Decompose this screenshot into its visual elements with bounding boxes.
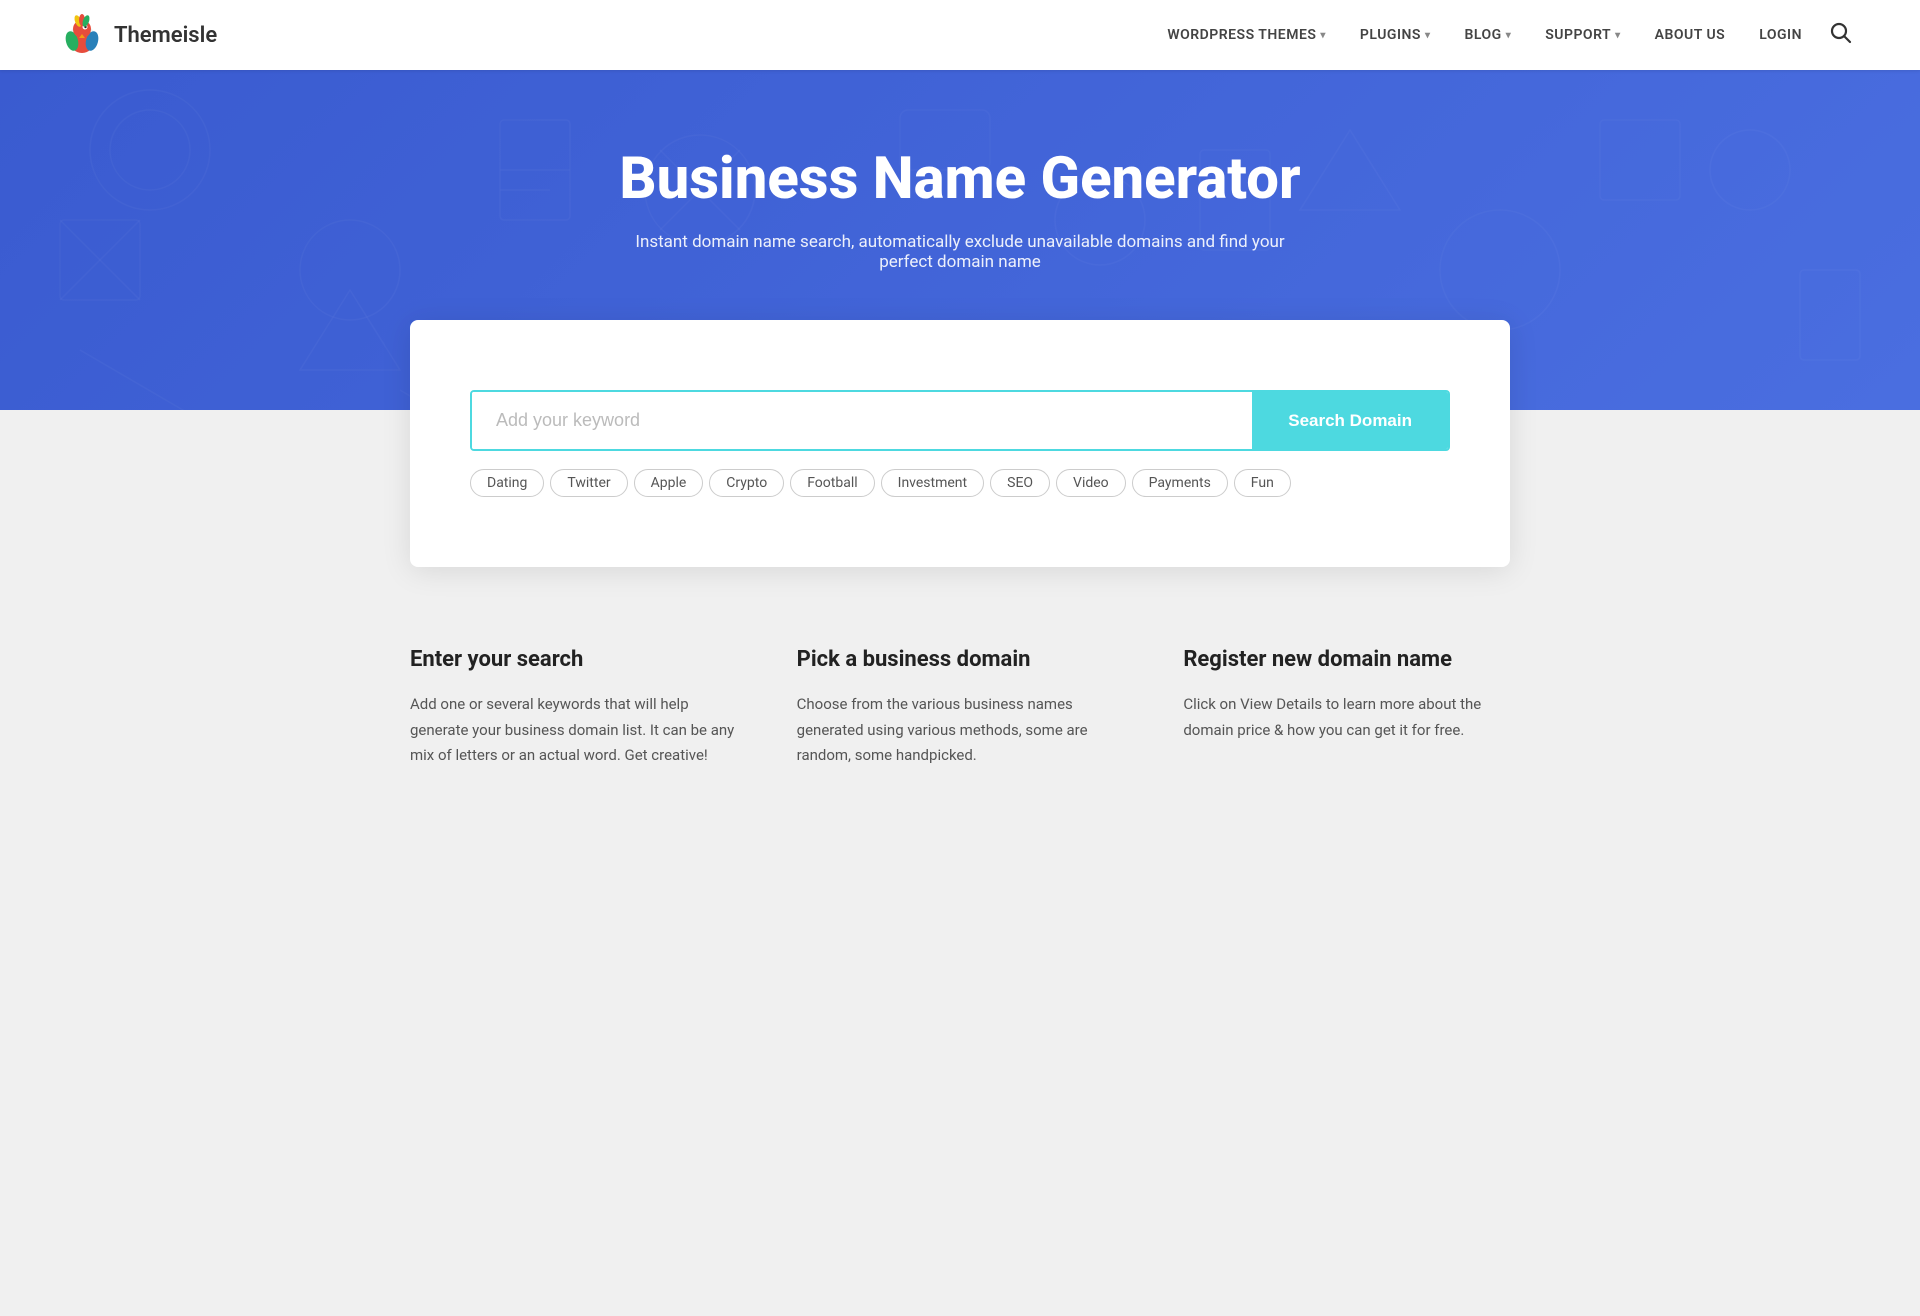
keyword-tag[interactable]: Dating [470,469,544,497]
nav-wordpress-themes[interactable]: WORDPRESS THEMES ▾ [1153,19,1340,51]
feature-card-title: Register new domain name [1183,647,1510,672]
search-card: Search Domain DatingTwitterAppleCryptoFo… [410,320,1510,567]
keyword-tags: DatingTwitterAppleCryptoFootballInvestme… [470,469,1450,497]
keyword-tag[interactable]: Investment [881,469,984,497]
logo-icon [60,13,104,57]
keyword-tag[interactable]: SEO [990,469,1050,497]
feature-card-text: Click on View Details to learn more abou… [1183,692,1510,743]
search-domain-button[interactable]: Search Domain [1252,392,1448,449]
chevron-down-icon: ▾ [1320,30,1326,41]
hero-subtitle: Instant domain name search, automaticall… [610,232,1310,272]
feature-card-1: Pick a business domain Choose from the v… [797,647,1124,769]
main-nav: WORDPRESS THEMES ▾ PLUGINS ▾ BLOG ▾ SUPP… [1153,14,1860,57]
search-input[interactable] [472,392,1252,449]
nav-support[interactable]: SUPPORT ▾ [1531,19,1634,51]
search-row: Search Domain [470,390,1450,451]
logo[interactable]: Themeisle [60,13,217,57]
feature-card-text: Add one or several keywords that will he… [410,692,737,769]
nav-blog[interactable]: BLOG ▾ [1450,19,1525,51]
keyword-tag[interactable]: Apple [634,469,704,497]
feature-card-2: Register new domain name Click on View D… [1183,647,1510,769]
feature-card-0: Enter your search Add one or several key… [410,647,737,769]
keyword-tag[interactable]: Payments [1132,469,1228,497]
keyword-tag[interactable]: Video [1056,469,1126,497]
header: Themeisle WORDPRESS THEMES ▾ PLUGINS ▾ B… [0,0,1920,70]
feature-card-title: Enter your search [410,647,737,672]
chevron-down-icon: ▾ [1425,30,1431,41]
keyword-tag[interactable]: Football [790,469,874,497]
feature-card-title: Pick a business domain [797,647,1124,672]
features-section: Enter your search Add one or several key… [0,567,1920,849]
keyword-tag[interactable]: Fun [1234,469,1291,497]
nav-about-us[interactable]: ABOUT US [1641,19,1740,51]
chevron-down-icon: ▾ [1615,30,1621,41]
logo-text: Themeisle [114,23,217,48]
nav-plugins[interactable]: PLUGINS ▾ [1346,19,1445,51]
features-grid: Enter your search Add one or several key… [410,647,1510,769]
feature-card-text: Choose from the various business names g… [797,692,1124,769]
nav-login[interactable]: LOGIN [1745,19,1816,51]
keyword-tag[interactable]: Twitter [550,469,627,497]
chevron-down-icon: ▾ [1506,30,1512,41]
search-card-wrapper: Search Domain DatingTwitterAppleCryptoFo… [0,320,1920,567]
hero-title: Business Name Generator [619,148,1300,212]
keyword-tag[interactable]: Crypto [709,469,784,497]
search-icon[interactable] [1822,14,1860,57]
